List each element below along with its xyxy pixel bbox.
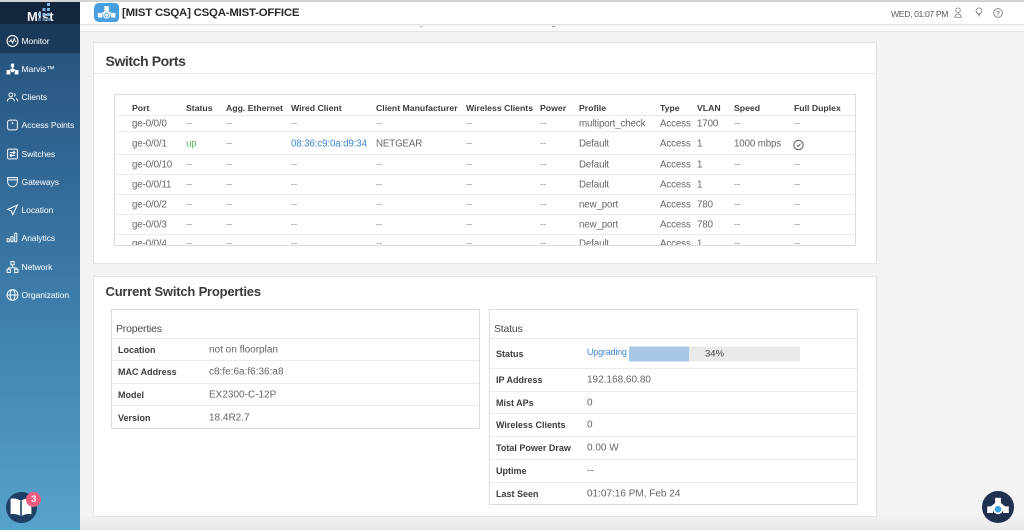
svg-text:?: ? [996, 10, 1000, 17]
